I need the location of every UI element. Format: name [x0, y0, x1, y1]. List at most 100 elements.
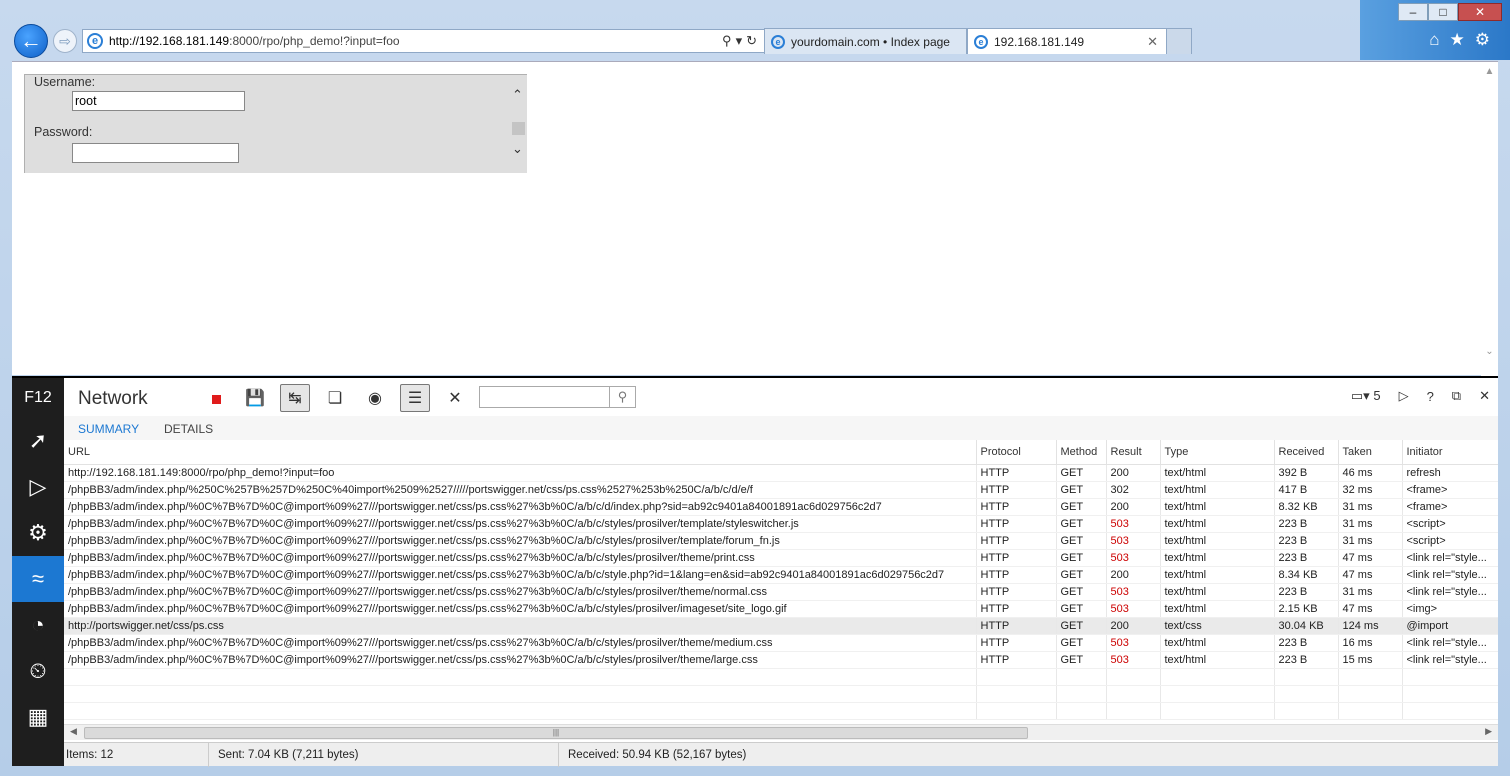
table-row[interactable]: /phpBB3/adm/index.php/%0C%7B%7D%0C@impor… — [64, 634, 1498, 652]
targets-selector[interactable]: ▭▾ 5 — [1351, 388, 1381, 404]
undock-icon[interactable]: ⧉ — [1452, 388, 1461, 404]
save-icon: 💾 — [245, 390, 265, 407]
cell-protocol: HTTP — [976, 515, 1057, 533]
scroll-up-icon[interactable]: ⌃ — [512, 87, 523, 103]
table-row[interactable]: /phpBB3/adm/index.php/%0C%7B%7D%0C@impor… — [64, 583, 1498, 601]
close-devtools-icon[interactable]: ✕ — [1479, 388, 1490, 404]
new-tab-button[interactable] — [1166, 28, 1192, 54]
column-header[interactable]: Type — [1160, 440, 1275, 465]
search-icon[interactable]: ⚲ — [609, 387, 635, 407]
help-icon[interactable]: ? — [1427, 389, 1434, 404]
cell-received: 223 B — [1274, 515, 1339, 533]
always-refresh-button[interactable]: ↹ — [280, 384, 310, 412]
frame-scrollbar[interactable]: ⌃ ⌄ — [510, 75, 527, 174]
table-row[interactable]: /phpBB3/adm/index.php/%0C%7B%7D%0C@impor… — [64, 566, 1498, 584]
tab-details[interactable]: DETAILS — [164, 422, 213, 436]
table-row[interactable]: http://192.168.181.149:8000/rpo/php_demo… — [64, 464, 1498, 482]
memory-icon[interactable]: ⏲ — [12, 648, 64, 694]
page-scroll-up-icon[interactable]: ▲ — [1481, 66, 1498, 77]
console-toggle-icon[interactable]: ▷ — [1399, 388, 1409, 404]
cell-received: 223 B — [1274, 634, 1339, 652]
table-row[interactable]: /phpBB3/adm/index.php/%0C%7B%7D%0C@impor… — [64, 498, 1498, 516]
clear-session-button[interactable]: ✕ — [440, 384, 470, 412]
password-field[interactable] — [72, 143, 239, 163]
cell-type: text/html — [1160, 634, 1275, 652]
stop-recording-button[interactable] — [212, 395, 221, 404]
scroll-thumb[interactable] — [512, 122, 525, 135]
column-header[interactable]: Result — [1106, 440, 1161, 465]
column-header[interactable]: Initiator — [1402, 440, 1498, 465]
status-sent: Sent: 7.04 KB (7,211 bytes) — [218, 749, 359, 761]
home-icon[interactable]: ⌂ — [1429, 30, 1439, 50]
maximize-button[interactable]: □ — [1428, 3, 1458, 21]
status-divider — [558, 743, 559, 767]
scroll-right-icon[interactable]: ▶ — [1485, 726, 1492, 737]
export-har-button[interactable]: 💾 — [240, 384, 270, 412]
cell-initiator: <script> — [1402, 532, 1498, 550]
favorites-star-icon[interactable]: ★ — [1450, 30, 1465, 50]
cell-initiator: <link rel="style... — [1402, 651, 1498, 669]
table-row[interactable]: /phpBB3/adm/index.php/%0C%7B%7D%0C@impor… — [64, 515, 1498, 533]
column-header[interactable]: Protocol — [976, 440, 1057, 465]
cell-initiator: <link rel="style... — [1402, 634, 1498, 652]
dom-explorer-icon[interactable]: ➚ — [12, 418, 64, 464]
settings-gear-icon[interactable]: ⚙ — [1475, 30, 1490, 50]
table-row[interactable]: /phpBB3/adm/index.php/%0C%7B%7D%0C@impor… — [64, 532, 1498, 550]
tab-yourdomain[interactable]: e yourdomain.com • Index page — [764, 28, 967, 54]
performance-icon[interactable]: ◔ — [12, 602, 64, 648]
page-scroll-down-icon[interactable]: ⌄ — [1481, 346, 1498, 357]
username-field[interactable] — [72, 91, 245, 111]
scroll-left-icon[interactable]: ◀ — [70, 726, 77, 737]
empty-cell — [1402, 668, 1498, 686]
empty-cell — [1274, 668, 1339, 686]
table-row[interactable]: /phpBB3/adm/index.php/%0C%7B%7D%0C@impor… — [64, 600, 1498, 618]
table-header-row: URL Protocol Method Result Type Received… — [64, 440, 1498, 465]
table-row[interactable]: http://portswigger.net/css/ps.css HTTP GET… — [64, 617, 1498, 635]
minimize-button[interactable]: – — [1398, 3, 1428, 21]
cell-method: GET — [1056, 634, 1107, 652]
network-icon[interactable]: ≈ — [12, 556, 64, 602]
network-search[interactable]: ⚲ — [479, 386, 636, 408]
empty-cell — [1338, 702, 1403, 720]
cell-taken: 46 ms — [1338, 464, 1403, 482]
empty-cell — [1056, 685, 1107, 703]
cell-result: 200 — [1106, 464, 1161, 482]
scroll-down-icon[interactable]: ⌄ — [512, 141, 523, 157]
cell-protocol: HTTP — [976, 464, 1057, 482]
cell-type: text/html — [1160, 481, 1275, 499]
back-button[interactable]: ← — [14, 24, 48, 58]
cell-result: 503 — [1106, 549, 1161, 567]
console-icon[interactable]: ▷ — [12, 464, 64, 510]
horizontal-scrollbar[interactable]: ◀ ||| ▶ — [64, 724, 1498, 740]
table-row[interactable]: /phpBB3/adm/index.php/%0C%7B%7D%0C@impor… — [64, 549, 1498, 567]
cell-result: 200 — [1106, 617, 1161, 635]
empty-cell — [64, 685, 977, 703]
page-scrollbar[interactable]: ▲ ⌄ — [1481, 62, 1498, 376]
tab-current[interactable]: e 192.168.181.149 ✕ — [967, 28, 1167, 54]
tab-summary[interactable]: SUMMARY — [78, 422, 139, 436]
table-row[interactable]: /phpBB3/adm/index.php/%0C%7B%7D%0C@impor… — [64, 651, 1498, 669]
close-window-button[interactable]: ✕ — [1458, 3, 1502, 21]
cell-taken: 16 ms — [1338, 634, 1403, 652]
forward-button[interactable]: ⇨ — [53, 29, 77, 53]
empty-cell — [976, 668, 1057, 686]
empty-cell — [64, 702, 977, 720]
column-header[interactable]: Method — [1056, 440, 1107, 465]
search-dropdown-refresh-icons[interactable]: ⚲▾↻ — [722, 33, 761, 49]
clear-cookies-button[interactable]: ◉ — [360, 384, 390, 412]
empty-row — [64, 702, 1498, 720]
horizontal-scroll-thumb[interactable]: ||| — [84, 727, 1028, 739]
column-header[interactable]: Received — [1274, 440, 1339, 465]
filter-content-button[interactable]: ☰ — [400, 384, 430, 412]
close-tab-icon[interactable]: ✕ — [1147, 34, 1158, 50]
cell-url: /phpBB3/adm/index.php/%0C%7B%7D%0C@impor… — [64, 600, 977, 618]
emulation-icon[interactable]: ▦ — [12, 694, 64, 740]
clear-entries-on-navigate-button[interactable]: ❏ — [320, 384, 350, 412]
network-toolbar: Network 💾 ↹ ❏ ◉ ☰ ✕ ⚲ ▭▾ 5 ▷ ? ⧉ ✕ — [64, 378, 1498, 416]
table-row[interactable]: /phpBB3/adm/index.php/%250C%257B%257D%25… — [64, 481, 1498, 499]
column-header[interactable]: Taken — [1338, 440, 1403, 465]
column-header[interactable]: URL — [64, 440, 977, 465]
address-bar[interactable]: e http://192.168.181.149:8000/rpo/php_de… — [82, 29, 768, 53]
cell-result: 200 — [1106, 498, 1161, 516]
debugger-icon[interactable]: ⚙ — [12, 510, 64, 556]
